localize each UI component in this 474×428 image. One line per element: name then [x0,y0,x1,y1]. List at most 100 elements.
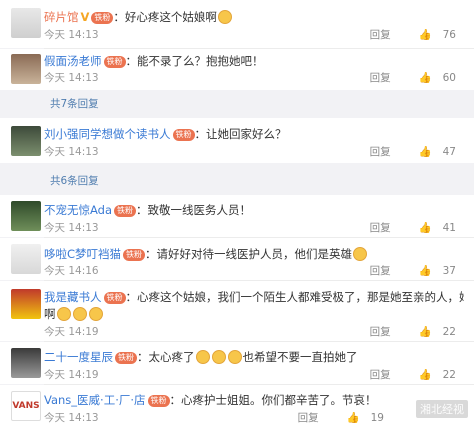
comment-text: 心疼这个姑娘，我们一个陌生人都难受极了，那是她至亲的人，她得多难受 [137,290,464,304]
crying-emoji-icon [56,307,71,321]
like-count: 47 [442,146,456,158]
avatar[interactable] [11,289,41,319]
reply-button[interactable]: 回复 [298,412,319,424]
like-count: 19 [370,412,384,424]
comment-item: 碎片馆 V 铁粉 ：好心疼这个姑娘啊 今天 14:13 回复 👍 76 [0,0,474,48]
verified-icon: V [80,10,90,24]
comment-text-continued: 也希望不要一直拍她了 [242,350,358,364]
comment-item: 假面汤老师 铁粉 ：能不录了么？抱抱她吧！ 今天 14:13 回复 👍 60 [0,49,474,90]
comment-actions: 回复 👍 47 [356,145,456,159]
like-count: 22 [442,326,456,338]
like-count: 37 [442,265,456,277]
avatar[interactable]: VANS [11,391,41,421]
like-button[interactable]: 👍 47 [405,146,456,158]
comment-text: 请好好对待一线医护人员，他们是英雄 [156,247,353,261]
thumbs-up-icon: 👍 [418,265,432,277]
comment-item: 不宠无惊Ada 铁粉 ：致敬一线医务人员！ 今天 14:13 回复 👍 41 [0,195,474,237]
reply-button[interactable]: 回复 [370,326,391,338]
comment-text: 致敬一线医务人员！ [147,203,252,217]
thumbs-up-icon: 👍 [346,412,360,424]
timestamp: 今天 14:19 [44,326,99,338]
like-button[interactable]: 👍 22 [405,369,456,381]
reply-button[interactable]: 回复 [370,29,391,41]
more-replies-bar: 共6条回复 [0,163,474,195]
timestamp: 今天 14:13 [44,222,99,234]
like-count: 76 [442,29,456,41]
thumbs-up-icon: 👍 [418,326,432,338]
comment-actions: 回复 👍 60 [356,71,456,85]
thumbs-up-icon: 👍 [418,222,432,234]
crying-emoji-icon [195,350,210,364]
like-button[interactable]: 👍 37 [405,265,456,277]
more-replies-bar: 共7条回复 [0,90,474,118]
username[interactable]: 哆啦C梦叮裆猫 [44,247,121,261]
comment-actions: 回复 👍 37 [356,264,456,278]
thumbs-up-icon: 👍 [418,29,432,41]
comment-line: 碎片馆 V 铁粉 ：好心疼这个姑娘啊 [44,9,464,25]
reply-button[interactable]: 回复 [370,72,391,84]
like-count: 22 [442,369,456,381]
comment-item: 刘小强同学想做个读书人 铁粉 ：让她回家好么？ 今天 14:13 回复 👍 47 [0,118,474,163]
comment-line: 刘小强同学想做个读书人 铁粉 ：让她回家好么？ [44,127,287,141]
fan-badge: 铁粉 [147,395,170,407]
crying-emoji-icon [72,307,87,321]
avatar[interactable] [11,54,41,84]
comment-line: Vans_医威·工·厂·店 铁粉 ：心疼护士姐姐。你们都辛苦了。节哀！ [44,393,377,407]
more-replies-link[interactable]: 共6条回复 [50,174,99,188]
like-count: 60 [442,72,456,84]
avatar[interactable] [11,201,41,231]
fan-badge: 铁粉 [91,12,114,24]
username[interactable]: 刘小强同学想做个读书人 [44,127,171,141]
comment-item: VANS Vans_医威·工·厂·店 铁粉 ：心疼护士姐姐。你们都辛苦了。节哀！ 今… [0,385,474,428]
like-button[interactable]: 👍 41 [405,222,456,234]
comment-actions: 回复 👍 22 [356,325,456,339]
avatar[interactable] [11,244,41,274]
comment-actions: 回复 👍 22 [356,368,456,382]
reply-button[interactable]: 回复 [370,222,391,234]
comment-text: 心疼护士姐姐。你们都辛苦了。节哀！ [181,393,377,407]
fan-badge: 铁粉 [103,292,126,304]
comment-text: 好心疼这个姑娘啊 [124,10,217,24]
comment-item: 二十一度星辰 铁粉 ：太心疼了 也希望不要一直拍她了 今天 14:19 回复 👍 22 [0,342,474,384]
crying-emoji-icon [88,307,103,321]
like-button[interactable]: 👍 60 [405,72,456,84]
crying-emoji-icon [227,350,242,364]
like-button[interactable]: 👍 76 [405,29,456,41]
reply-button[interactable]: 回复 [370,265,391,277]
username[interactable]: 不宠无惊Ada [44,203,112,217]
reply-button[interactable]: 回复 [370,146,391,158]
username[interactable]: Vans_医威·工·厂·店 [44,393,146,407]
comment-actions: 回复 👍 41 [356,221,456,235]
username[interactable]: 我是藏书人 [44,290,102,304]
timestamp: 今天 14:16 [44,265,99,277]
fan-badge: 铁粉 [123,249,146,261]
like-button[interactable]: 👍 22 [405,326,456,338]
fan-badge: 铁粉 [115,352,137,364]
thumbs-up-icon: 👍 [418,369,432,381]
comment-item: 我是藏书人铁粉：心疼这个姑娘，我们一个陌生人都难受极了，那是她至亲的人，她得多难… [0,281,474,341]
comment-item: 哆啦C梦叮裆猫 铁粉 ：请好好对待一线医护人员，他们是英雄 今天 14:16 回复 👍… [0,238,474,280]
watermark: 湘北经视 [416,400,468,418]
fan-badge: 铁粉 [172,129,195,141]
timestamp: 今天 14:13 [44,146,99,158]
comment-line: 假面汤老师 铁粉 ：能不录了么？抱抱她吧！ [44,54,264,68]
timestamp: 今天 14:13 [44,412,99,424]
username[interactable]: 假面汤老师 [44,54,102,68]
thumbs-up-icon: 👍 [418,72,432,84]
comment-text-continued: 啊 [44,307,56,321]
fan-badge: 铁粉 [114,205,137,217]
crying-emoji-icon [217,10,232,24]
thumbs-up-icon: 👍 [418,146,432,158]
like-button[interactable]: 👍 19 [333,412,384,424]
comment-line: 不宠无惊Ada 铁粉 ：致敬一线医务人员！ [44,203,252,217]
avatar[interactable] [11,8,41,38]
comment-text: 能不录了么？抱抱她吧！ [137,54,264,68]
crying-emoji-icon [353,247,368,261]
more-replies-link[interactable]: 共7条回复 [50,97,99,111]
avatar[interactable] [11,126,41,156]
username[interactable]: 碎片馆 [44,10,79,24]
avatar[interactable] [11,348,41,378]
username[interactable]: 二十一度星辰 [44,350,113,364]
reply-button[interactable]: 回复 [370,369,391,381]
comment-line: 我是藏书人铁粉：心疼这个姑娘，我们一个陌生人都难受极了，那是她至亲的人，她得多难… [44,289,464,305]
